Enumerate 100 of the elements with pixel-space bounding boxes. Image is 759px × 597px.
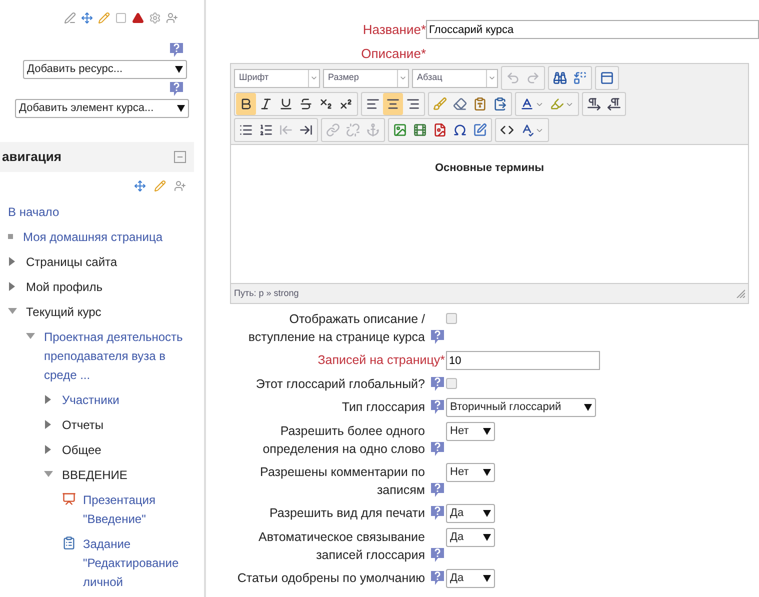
triangle-icon[interactable] [44,420,53,429]
nav-item[interactable]: Презентация "Введение" [83,491,196,529]
pen-icon[interactable] [64,12,76,24]
file-image-icon [433,123,447,137]
binoculars-icon [553,71,567,85]
field-label: Этот глоссарий глобальный? [256,377,425,391]
nav-item[interactable]: Мой профиль [26,278,103,297]
dropdown[interactable]: Нет [446,463,495,482]
presentation-icon [62,492,76,506]
help-icon[interactable] [430,547,445,563]
dropdown[interactable]: Вторичный глоссарий [446,398,596,417]
collapse-icon[interactable] [174,151,186,163]
field-label: Отображать описание / вступление на странице курса [248,312,425,344]
dropdown[interactable]: Да [446,528,495,547]
nav-item[interactable]: Задание "Редактирование личной [83,535,196,592]
nav-item[interactable]: Отчеты [62,416,104,435]
field-label: Разрешить вид для печати [269,506,425,520]
nav-item[interactable]: Общее [62,441,102,460]
gear-icon[interactable] [149,12,161,24]
caret-icon [488,74,496,82]
caret-icon [399,74,407,82]
help-icon[interactable] [430,482,445,498]
resize-grip-icon[interactable] [736,289,745,298]
undo-icon [506,71,520,85]
required-mark: * [440,353,445,367]
name-field[interactable]: Глоссарий курса [426,20,759,40]
bold-button[interactable] [236,93,256,115]
nav-item[interactable]: В начало [8,203,60,222]
field-label: Разрешены комментарии по записям [260,465,425,497]
help-icon[interactable] [430,329,445,345]
triangle-icon[interactable] [8,307,17,316]
indent-icon [299,123,313,137]
field-label: Автоматическое связывание записей глоссария [258,530,425,562]
toolbar-dropdown[interactable]: Размер [323,68,409,88]
nav-item[interactable]: ВВЕДЕНИЕ [62,466,128,485]
film-icon [413,123,427,137]
redo-icon [526,71,540,85]
add-activity-select[interactable]: Добавить элемент курса... [15,99,189,118]
nav-item[interactable]: Участники [62,391,120,410]
navigation-title: авигация [2,148,62,166]
pilcrow-right-icon [587,97,601,111]
nav-item[interactable]: Проектная деятельность преподавателя вуза в среде ... [44,328,196,385]
help-icon[interactable] [430,570,445,586]
assignment-icon [62,536,76,550]
image-icon [393,123,407,137]
anchor-icon [366,123,380,137]
toolbar-dropdown[interactable]: Шрифт [234,68,320,88]
checkbox[interactable] [446,378,457,389]
unlink-icon [346,123,360,137]
triangle-icon[interactable] [44,395,53,404]
help-icon[interactable] [430,441,445,457]
triangle-icon[interactable] [8,282,17,291]
move-icon[interactable] [134,180,146,192]
caret-icon [483,469,491,476]
user-add-icon[interactable] [166,12,178,24]
element-path: Путь: p » strong [234,286,299,300]
help-icon[interactable] [430,399,445,415]
toolbar-dropdown[interactable]: Абзац [412,68,498,88]
pencil-icon[interactable] [98,12,110,24]
nav-item[interactable]: Текущий курс [26,303,102,322]
brush-icon [433,97,447,111]
caret-icon [177,105,185,112]
add-resource-select[interactable]: Добавить ресурс... [23,60,187,79]
help-icon[interactable] [169,42,184,58]
nav-item[interactable]: Моя домашняя страница [23,228,163,247]
caret-icon [483,510,491,517]
editor-area[interactable]: Основные термины [231,144,748,284]
move-icon[interactable] [81,12,93,24]
align-right-icon [406,97,420,111]
help-icon[interactable] [430,376,445,392]
checkbox[interactable] [446,313,457,324]
text-color-icon [520,97,534,111]
dropdown[interactable]: Нет [446,422,495,441]
help-icon[interactable] [430,505,445,521]
bold-icon [239,97,253,111]
dropdown[interactable]: Да [446,569,495,588]
required-mark: * [420,46,426,60]
triangle-icon[interactable] [8,257,17,266]
user-add-icon[interactable] [174,180,186,192]
superscript-icon [339,97,353,111]
triangle-icon[interactable] [44,445,53,454]
dropdown[interactable]: Да [446,504,495,523]
text-field[interactable]: 10 [446,351,600,370]
caret-icon [310,74,318,82]
align-center-button[interactable] [383,93,403,115]
triangle-icon[interactable] [44,470,53,479]
code-icon [500,123,514,137]
pencil-icon[interactable] [154,180,166,192]
numbered-list-icon [259,123,273,137]
bullet-icon [8,234,13,239]
caret-icon [483,575,491,582]
caret-icon [483,534,491,541]
help-icon[interactable] [169,81,184,97]
pilcrow-left-icon [607,97,621,111]
triangle-icon[interactable] [26,332,35,341]
caret-icon [584,404,592,411]
panel-icon [600,71,614,85]
nav-item[interactable]: Страницы сайта [26,253,118,272]
triangle-icon[interactable] [132,12,144,24]
description-label: Описание [361,46,421,60]
